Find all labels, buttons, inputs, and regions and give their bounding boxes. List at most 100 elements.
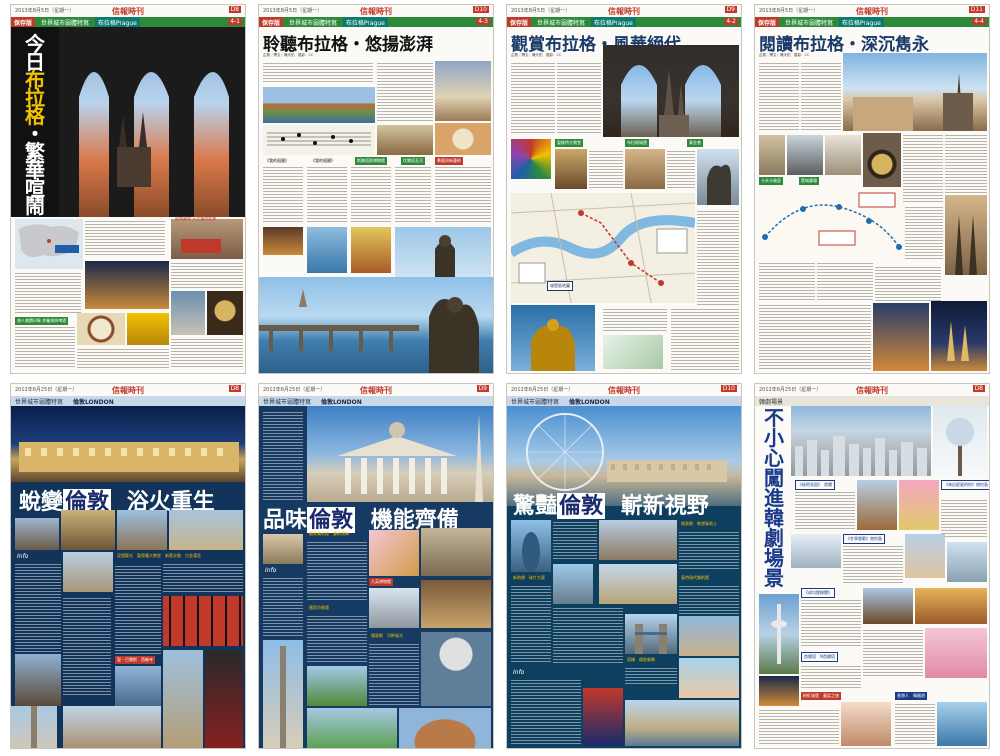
date: 2013年8月5日（星期一） bbox=[511, 8, 571, 14]
body-text bbox=[163, 562, 243, 592]
page-prague-4-2: 2013年8月5日（星期一） 信報時刊 D9 保存版 世界城市弱體特寫 布拉格P… bbox=[506, 4, 742, 374]
label-old-town-square: 舊城廣場 bbox=[799, 177, 819, 185]
page-number: D8 bbox=[228, 6, 241, 13]
body-text bbox=[557, 61, 601, 135]
headline-char: 闖 bbox=[764, 466, 784, 490]
map-shapes bbox=[19, 224, 79, 257]
body-text bbox=[511, 584, 551, 664]
label-hk-korea: 香港人 韓國遊 bbox=[895, 692, 927, 700]
label-star: 《來自星星的你》南怡島 bbox=[941, 480, 989, 490]
guards-photo bbox=[163, 596, 243, 646]
lawn-photo bbox=[307, 708, 397, 748]
cathedral-photo bbox=[169, 510, 243, 550]
dome-photo bbox=[421, 632, 491, 706]
body-text bbox=[667, 149, 695, 189]
n-seoul-tower-icon bbox=[771, 604, 787, 664]
section-banner: 保存版 世界城市弱體特寫 布拉格Prague 4-3 bbox=[259, 17, 493, 27]
cafe-photo bbox=[841, 702, 891, 746]
headline-part: 品味 bbox=[263, 507, 308, 533]
street-photo-2 bbox=[61, 510, 115, 550]
headline-char: 韓 bbox=[764, 506, 784, 530]
body-text bbox=[307, 614, 367, 664]
banner-title: 世界城市弱體特寫 bbox=[784, 20, 833, 27]
night-church-photo bbox=[931, 301, 987, 371]
body-text bbox=[679, 530, 739, 570]
headline-accent: 倫敦 bbox=[557, 493, 606, 519]
section-banner: 保存版 世界城市弱體特寫 布拉格Prague 4-2 bbox=[507, 17, 741, 27]
label-n-tower: 首爾塔 N首爾塔 bbox=[801, 652, 838, 662]
city-street-photo bbox=[15, 654, 61, 706]
night-scene-photo bbox=[759, 676, 799, 706]
palace-photo bbox=[599, 564, 677, 604]
clock-photo bbox=[207, 291, 243, 335]
gallery-interior-photo bbox=[263, 534, 303, 564]
body-text bbox=[263, 410, 303, 500]
museum-photo bbox=[369, 588, 419, 628]
seoul-city-photo bbox=[791, 406, 931, 476]
nelson-column-icon bbox=[31, 706, 37, 748]
arch-silhouette bbox=[59, 27, 245, 217]
page-number: D11 bbox=[968, 6, 985, 13]
bridge-statue-art bbox=[259, 289, 479, 373]
body-text bbox=[679, 584, 739, 614]
snow-path-photo bbox=[791, 534, 841, 568]
byline: 企劃／撰文：陳天佑 攝影：CC bbox=[263, 53, 314, 57]
label-westminster: 聖・巴爾斯 西敏寺 bbox=[115, 656, 155, 664]
route-diagram bbox=[762, 192, 902, 250]
section-banner: 世界城市弱體特寫 倫敦LONDON bbox=[507, 396, 741, 406]
food-photo bbox=[435, 123, 491, 155]
snow-tree-photo bbox=[933, 406, 987, 476]
banner-code: 4-2 bbox=[724, 18, 738, 25]
body-text bbox=[351, 165, 391, 223]
date: 2013年8月5日（星期一） bbox=[15, 8, 75, 14]
body-text bbox=[15, 325, 75, 369]
logo: 信報時刊 bbox=[360, 386, 392, 395]
banner-code: 4-3 bbox=[476, 18, 490, 25]
abbey-photo bbox=[63, 706, 161, 748]
page-number: D8 bbox=[972, 385, 985, 392]
label-london-eye: 倫敦眼 河畔風光 bbox=[371, 633, 403, 638]
banner-subtitle: 布拉格Prague bbox=[94, 17, 140, 27]
cathedral-arch-photo bbox=[59, 27, 245, 217]
street-map bbox=[508, 192, 696, 304]
body-text bbox=[905, 205, 943, 261]
underground-photo bbox=[583, 688, 623, 746]
banner-title: 世界城市弱體特寫 bbox=[511, 399, 560, 406]
body-text bbox=[759, 303, 871, 371]
label-tate: 泰特現代美術館 bbox=[681, 575, 709, 580]
column-photo bbox=[11, 706, 57, 748]
hanok-photo bbox=[863, 588, 913, 624]
body-text bbox=[263, 165, 303, 223]
headline-char: 場 bbox=[764, 546, 784, 570]
body-text bbox=[553, 520, 597, 560]
portrait-photo bbox=[421, 580, 491, 628]
body-text bbox=[307, 165, 347, 223]
column-icon bbox=[280, 646, 286, 748]
body-text bbox=[759, 708, 839, 746]
tyn-church-icon bbox=[955, 215, 977, 275]
city-blocks bbox=[795, 436, 927, 476]
body-text bbox=[15, 271, 81, 315]
artwork-photo bbox=[369, 530, 419, 576]
body-text bbox=[307, 540, 367, 600]
headline-char: 心 bbox=[764, 446, 784, 470]
page-number: D8 bbox=[228, 385, 241, 392]
figurine-photo bbox=[679, 658, 739, 698]
st-pauls-photo bbox=[63, 552, 113, 592]
label-gallery: 國家美術館 藝術寶庫 bbox=[309, 531, 349, 536]
night-tower-icon bbox=[947, 321, 969, 361]
bookshop-photo bbox=[825, 135, 861, 175]
horse-guard-photo bbox=[205, 650, 243, 748]
label-map: 城堡區地圖 bbox=[547, 281, 573, 291]
logo: 信報時刊 bbox=[856, 7, 888, 16]
gherkin-photo bbox=[511, 520, 551, 572]
tram-photo bbox=[171, 219, 243, 259]
byline: 企劃／撰文：陳天佑 攝影：CC bbox=[759, 53, 810, 57]
info-table bbox=[671, 307, 739, 371]
label-food: 旅人美饌印象 炸豬排與啤酒 bbox=[15, 317, 69, 325]
page-prague-4-4: 2013年8月5日（星期一） 信報時刊 D11 保存版 世界城市弱體特寫 布拉格… bbox=[754, 4, 990, 374]
park-photo bbox=[307, 666, 367, 706]
st-vitus-photo bbox=[603, 45, 739, 137]
body-text bbox=[759, 261, 815, 301]
body-text bbox=[801, 61, 841, 131]
